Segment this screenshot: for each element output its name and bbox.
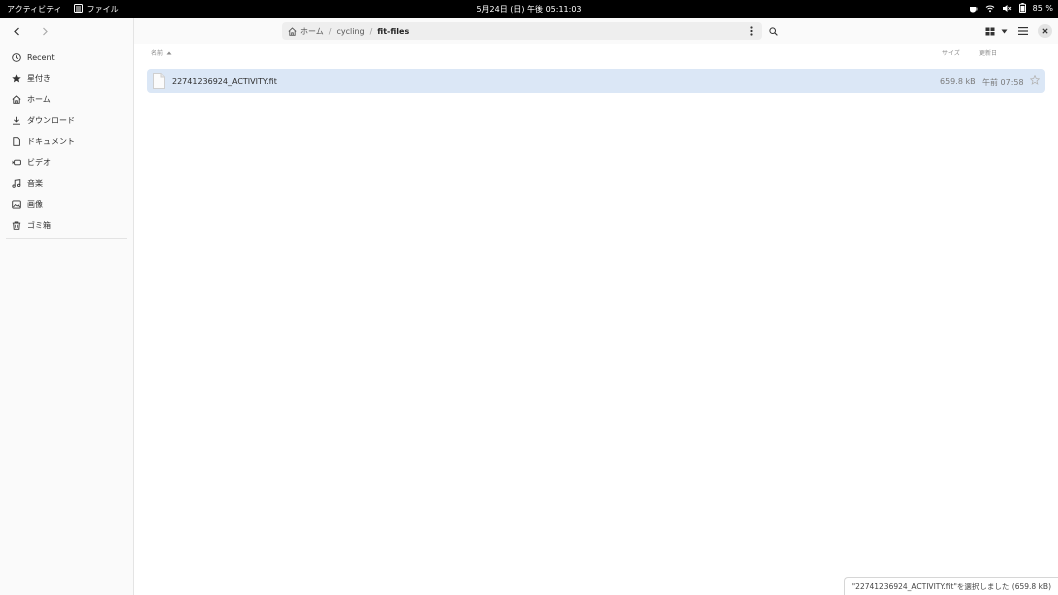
volume-muted-icon[interactable] xyxy=(1002,4,1012,13)
clock-button[interactable]: 5月24日 (日) 午後 05:11:03 xyxy=(476,5,581,14)
file-modified: 午前 07:58 xyxy=(982,78,1024,87)
sidebar-item-recent[interactable]: Recent xyxy=(0,47,133,68)
main-menu-button[interactable] xyxy=(1018,22,1028,40)
sidebar-item-pictures[interactable]: 画像 xyxy=(0,194,133,215)
sidebar-item-documents[interactable]: ドキュメント xyxy=(0,131,133,152)
view-options-button[interactable] xyxy=(1001,22,1008,40)
path-home-button[interactable]: ホーム xyxy=(288,26,324,37)
sidebar-item-label: 音楽 xyxy=(27,179,43,188)
chevron-left-icon xyxy=(14,27,19,35)
file-icon xyxy=(153,73,165,89)
hamburger-icon xyxy=(1018,27,1028,35)
path-separator: / xyxy=(328,26,332,36)
sidebar-item-starred[interactable]: 星付き xyxy=(0,68,133,89)
sidebar-item-trash[interactable]: ゴミ箱 xyxy=(0,215,133,236)
file-row[interactable]: 22741236924_ACTIVITY.fit 659.8 kB 午前 07:… xyxy=(147,69,1045,93)
sidebar: Recent 星付き ホーム ダウンロード ドキュメント ビデオ 音楽 画像 ゴ… xyxy=(0,18,134,595)
column-name-label: 名前 xyxy=(151,50,164,57)
path-segment-cycling[interactable]: cycling xyxy=(336,27,364,36)
column-headers: 名前 サイズ 更新日 xyxy=(134,44,1058,60)
clock-area: 5月24日 (日) 午後 05:11:03 xyxy=(0,4,1058,15)
sidebar-item-label: 星付き xyxy=(27,74,51,83)
search-button[interactable] xyxy=(764,22,782,40)
trash-icon xyxy=(12,221,21,230)
music-icon xyxy=(12,179,21,188)
path-separator: / xyxy=(369,26,373,36)
close-icon xyxy=(1042,28,1048,34)
sidebar-item-downloads[interactable]: ダウンロード xyxy=(0,110,133,131)
grid-icon xyxy=(985,27,995,35)
column-header-modified[interactable]: 更新日 xyxy=(979,48,997,57)
forward-button[interactable] xyxy=(37,23,53,39)
download-icon xyxy=(12,116,21,125)
files-app-icon xyxy=(73,3,83,15)
path-segment-current[interactable]: fit-files xyxy=(377,27,409,36)
sidebar-item-videos[interactable]: ビデオ xyxy=(0,152,133,173)
activities-button[interactable]: アクティビティ xyxy=(7,4,62,15)
search-icon xyxy=(768,26,778,36)
document-icon xyxy=(12,137,21,146)
home-icon xyxy=(12,95,21,104)
sort-ascending-icon xyxy=(166,51,172,54)
picture-icon xyxy=(12,200,21,209)
navigation-buttons xyxy=(0,18,133,44)
sidebar-item-label: Recent xyxy=(27,53,55,62)
app-menu[interactable]: ファイル xyxy=(73,3,119,15)
home-icon xyxy=(288,26,297,36)
column-header-size[interactable]: サイズ xyxy=(942,48,960,57)
kebab-menu-icon xyxy=(749,26,753,36)
caret-down-icon xyxy=(1001,29,1008,33)
star-icon xyxy=(12,74,21,83)
sidebar-divider xyxy=(6,238,127,239)
sidebar-item-music[interactable]: 音楽 xyxy=(0,173,133,194)
back-button[interactable] xyxy=(9,23,25,39)
sidebar-item-home[interactable]: ホーム xyxy=(0,89,133,110)
chevron-right-icon xyxy=(43,27,48,35)
sidebar-item-label: ダウンロード xyxy=(27,116,75,125)
folder-menu-button[interactable] xyxy=(745,25,757,37)
sidebar-item-label: 画像 xyxy=(27,200,43,209)
view-controls xyxy=(985,22,1052,40)
sidebar-item-label: ホーム xyxy=(27,95,51,104)
grid-view-button[interactable] xyxy=(985,22,995,40)
system-top-bar: アクティビティ ファイル 5月24日 (日) 午後 05:11:03 85 % xyxy=(0,0,1058,18)
system-tray[interactable]: 85 % xyxy=(969,3,1053,13)
app-name: ファイル xyxy=(86,4,119,14)
close-window-button[interactable] xyxy=(1038,24,1052,38)
header-bar: ホーム / cycling / fit-files xyxy=(134,18,1058,44)
file-name: 22741236924_ACTIVITY.fit xyxy=(172,77,277,86)
wifi-icon[interactable] xyxy=(985,4,995,13)
column-header-name[interactable]: 名前 xyxy=(151,48,172,57)
selection-status: "22741236924_ACTIVITY.fit"を選択しました (659.8… xyxy=(843,577,1058,595)
path-bar: ホーム / cycling / fit-files xyxy=(282,22,762,40)
sidebar-item-label: ドキュメント xyxy=(27,137,75,146)
star-outline-icon[interactable] xyxy=(1030,75,1040,85)
path-home-label: ホーム xyxy=(300,26,324,36)
sidebar-item-label: ビデオ xyxy=(27,158,51,167)
video-icon xyxy=(12,158,21,167)
file-size: 659.8 kB xyxy=(940,77,976,86)
battery-percent: 85 % xyxy=(1032,3,1053,13)
coffee-icon[interactable] xyxy=(969,4,978,13)
battery-icon[interactable] xyxy=(1018,3,1026,13)
sidebar-item-label: ゴミ箱 xyxy=(27,221,51,230)
places-list: Recent 星付き ホーム ダウンロード ドキュメント ビデオ 音楽 画像 ゴ… xyxy=(0,44,133,236)
clock-icon xyxy=(12,53,21,62)
file-list-view: 名前 サイズ 更新日 22741236924_ACTIVITY.fit 659.… xyxy=(134,44,1058,595)
